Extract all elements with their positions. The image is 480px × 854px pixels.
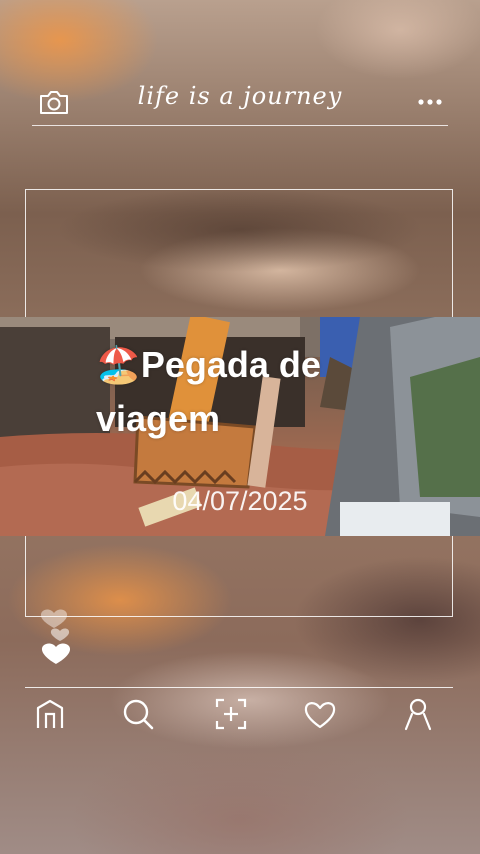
floating-hearts-icon[interactable]	[36, 605, 86, 671]
more-dots-icon[interactable]	[416, 92, 444, 112]
header-divider	[32, 125, 448, 126]
scan-add-icon[interactable]	[213, 696, 249, 732]
heart-icon[interactable]	[302, 696, 338, 732]
home-icon[interactable]	[32, 696, 68, 732]
profile-icon[interactable]	[400, 696, 436, 732]
post-title: 🏖️Pegada de viagem	[96, 338, 396, 446]
bottom-divider	[25, 687, 453, 688]
top-bar: life is a journey	[0, 78, 480, 126]
search-icon[interactable]	[120, 696, 156, 732]
bottom-navigation	[0, 696, 480, 736]
post-date: 04/07/2025	[172, 486, 308, 516]
beach-umbrella-emoji: 🏖️	[96, 344, 141, 385]
app-title: life is a journey	[137, 82, 343, 110]
